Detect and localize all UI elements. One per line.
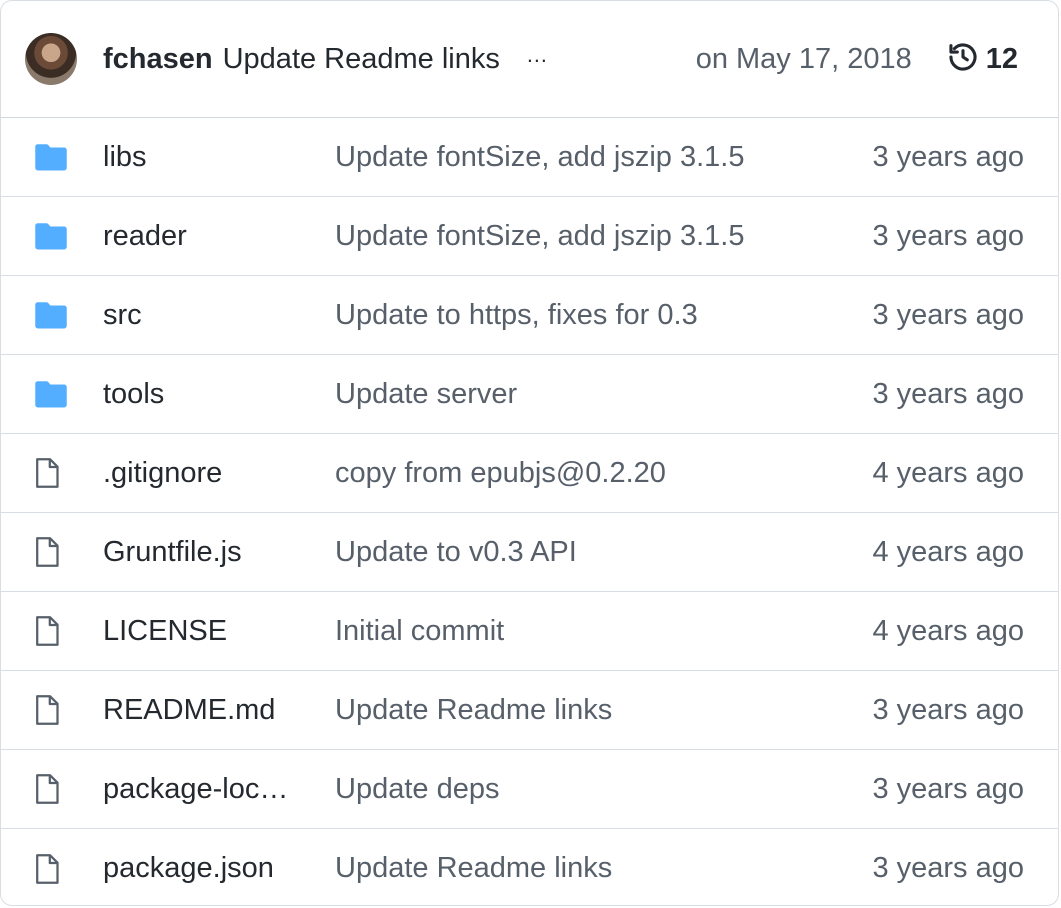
file-icon	[33, 534, 69, 570]
file-name-link[interactable]: package-loc…	[103, 773, 309, 806]
file-row[interactable]: package-loc… Update deps 3 years ago	[1, 750, 1058, 829]
commit-age: 4 years ago	[872, 614, 1024, 647]
file-name-link[interactable]: src	[103, 299, 309, 332]
file-name-link[interactable]: LICENSE	[103, 615, 309, 648]
file-list: libs Update fontSize, add jszip 3.1.5 3 ye…	[1, 118, 1058, 905]
commit-message[interactable]: Update Readme links	[223, 43, 500, 76]
commit-age: 4 years ago	[872, 456, 1024, 489]
commit-age: 3 years ago	[872, 377, 1024, 410]
commit-age: 3 years ago	[872, 298, 1024, 331]
file-row[interactable]: LICENSE Initial commit 4 years ago	[1, 592, 1058, 671]
history-button[interactable]: 12	[946, 40, 1018, 79]
commit-message-link[interactable]: Update deps	[335, 773, 872, 806]
file-row[interactable]: README.md Update Readme links 3 years ago	[1, 671, 1058, 750]
file-icon	[33, 613, 69, 649]
file-icon	[33, 692, 69, 728]
commit-age: 3 years ago	[872, 140, 1024, 173]
commit-message-link[interactable]: copy from epubjs@0.2.20	[335, 457, 872, 490]
file-name-link[interactable]: README.md	[103, 694, 309, 727]
commit-message-link[interactable]: Update Readme links	[335, 694, 872, 727]
latest-commit-bar: fchasen Update Readme links … on May 17,…	[1, 1, 1058, 118]
folder-icon	[33, 376, 69, 412]
file-name-link[interactable]: tools	[103, 378, 309, 411]
folder-icon	[33, 218, 69, 254]
commit-age: 3 years ago	[872, 693, 1024, 726]
file-icon	[33, 771, 69, 807]
commit-age: 3 years ago	[872, 772, 1024, 805]
history-icon	[946, 40, 980, 79]
commit-message-link[interactable]: Update fontSize, add jszip 3.1.5	[335, 141, 872, 174]
file-row[interactable]: src Update to https, fixes for 0.3 3 years…	[1, 276, 1058, 355]
file-row[interactable]: tools Update server 3 years ago	[1, 355, 1058, 434]
file-icon	[33, 851, 69, 887]
file-name-link[interactable]: libs	[103, 141, 309, 174]
file-row[interactable]: libs Update fontSize, add jszip 3.1.5 3 ye…	[1, 118, 1058, 197]
file-row[interactable]: package.json Update Readme links 3 years a…	[1, 829, 1058, 905]
commit-age: 4 years ago	[872, 535, 1024, 568]
file-row[interactable]: .gitignore copy from epubjs@0.2.20 4 years…	[1, 434, 1058, 513]
commit-message-link[interactable]: Initial commit	[335, 615, 872, 648]
commit-age: 3 years ago	[872, 852, 1024, 884]
file-icon	[33, 455, 69, 491]
commit-age: 3 years ago	[872, 219, 1024, 252]
commit-message-link[interactable]: Update fontSize, add jszip 3.1.5	[335, 220, 872, 253]
commit-message-link[interactable]: Update to v0.3 API	[335, 536, 872, 569]
file-name-link[interactable]: package.json	[103, 852, 309, 885]
file-name-link[interactable]: Gruntfile.js	[103, 536, 309, 569]
file-browser: fchasen Update Readme links … on May 17,…	[0, 0, 1059, 906]
file-name-link[interactable]: .gitignore	[103, 457, 309, 490]
file-name-link[interactable]: reader	[103, 220, 309, 253]
file-row[interactable]: Gruntfile.js Update to v0.3 API 4 years ag…	[1, 513, 1058, 592]
folder-icon	[33, 139, 69, 175]
folder-icon	[33, 297, 69, 333]
commit-date[interactable]: on May 17, 2018	[696, 43, 912, 76]
file-row[interactable]: reader Update fontSize, add jszip 3.1.5 3 …	[1, 197, 1058, 276]
history-count: 12	[985, 42, 1018, 75]
commit-message-link[interactable]: Update server	[335, 378, 872, 411]
commit-message-link[interactable]: Update to https, fixes for 0.3	[335, 299, 872, 332]
avatar[interactable]	[25, 33, 77, 85]
commit-message-link[interactable]: Update Readme links	[335, 852, 872, 885]
expand-commit-button[interactable]: …	[520, 44, 555, 66]
commit-author[interactable]: fchasen	[103, 43, 213, 76]
